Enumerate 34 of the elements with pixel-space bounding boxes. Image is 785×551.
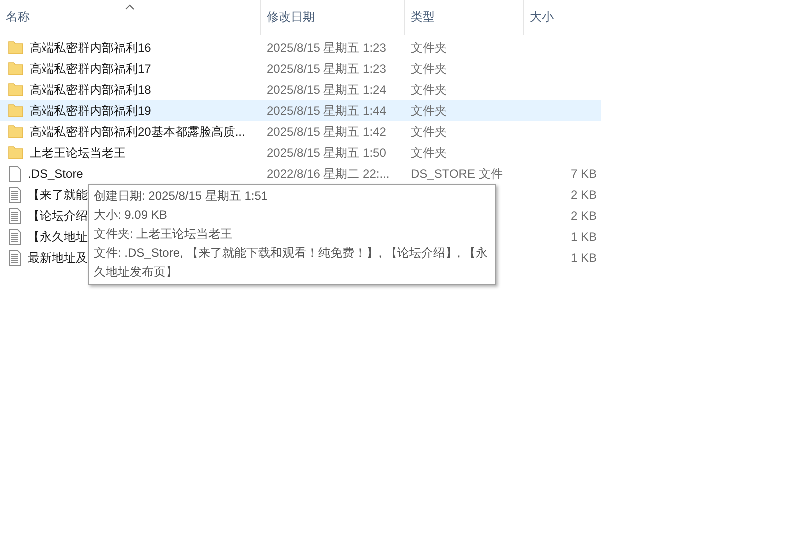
file-name: 高端私密群内部福利20基本都露脸高质...: [30, 124, 246, 140]
file-size: 1 KB: [570, 228, 597, 246]
file-name: 【来了就能: [28, 186, 88, 204]
modified-date: 2025/8/15 星期五 1:44: [267, 104, 386, 118]
modified-date: 2025/8/15 星期五 1:23: [267, 62, 386, 76]
file-name: 高端私密群内部福利19: [30, 102, 152, 120]
file-type: 文件夹: [411, 40, 447, 54]
file-name: 最新地址及: [28, 250, 88, 266]
file-type: 文件夹: [411, 104, 447, 118]
modified-date: 2025/8/15 星期五 1:24: [267, 82, 386, 96]
file-size: 7 KB: [570, 166, 597, 182]
tooltip-text: 创建日期: 2025/8/15 星期五 1:51: [94, 188, 270, 205]
file-type: 文件夹: [411, 146, 447, 160]
file-size: 2 KB: [570, 186, 597, 204]
file-type: 文件夹: [411, 124, 447, 138]
modified-date: 2022/8/16 星期二 22:...: [267, 166, 390, 180]
file-name: .DS_Store: [28, 166, 84, 182]
tooltip-text: 文件夹: 上老王论坛当老王: [94, 226, 234, 243]
file-type: 文件夹: [411, 82, 447, 96]
file-type: DS_STORE 文件: [411, 166, 503, 180]
file-size: 2 KB: [570, 208, 597, 224]
modified-date: 2025/8/15 星期五 1:50: [267, 146, 386, 160]
file-name: 上老王论坛当老王: [30, 144, 126, 162]
file-size: 1 KB: [570, 250, 597, 266]
file-name: 高端私密群内部福利17: [30, 60, 152, 78]
file-name: 高端私密群内部福利16: [30, 40, 152, 56]
file-name: 【论坛介绍: [28, 208, 88, 224]
modified-date: 2025/8/15 星期五 1:42: [267, 124, 386, 138]
modified-date: 2025/8/15 星期五 1:23: [267, 40, 386, 54]
tooltip-text: 大小: 9.09 KB: [94, 207, 168, 224]
file-type: 文件夹: [411, 62, 447, 76]
file-name: 【永久地址: [28, 228, 88, 246]
file-name: 高端私密群内部福利18: [30, 82, 152, 98]
tooltip-text: 文件: .DS_Store, 【来了就能下载和观看！纯免费！】, 【论坛介绍】, 【永久地址发布页】: [94, 245, 490, 281]
